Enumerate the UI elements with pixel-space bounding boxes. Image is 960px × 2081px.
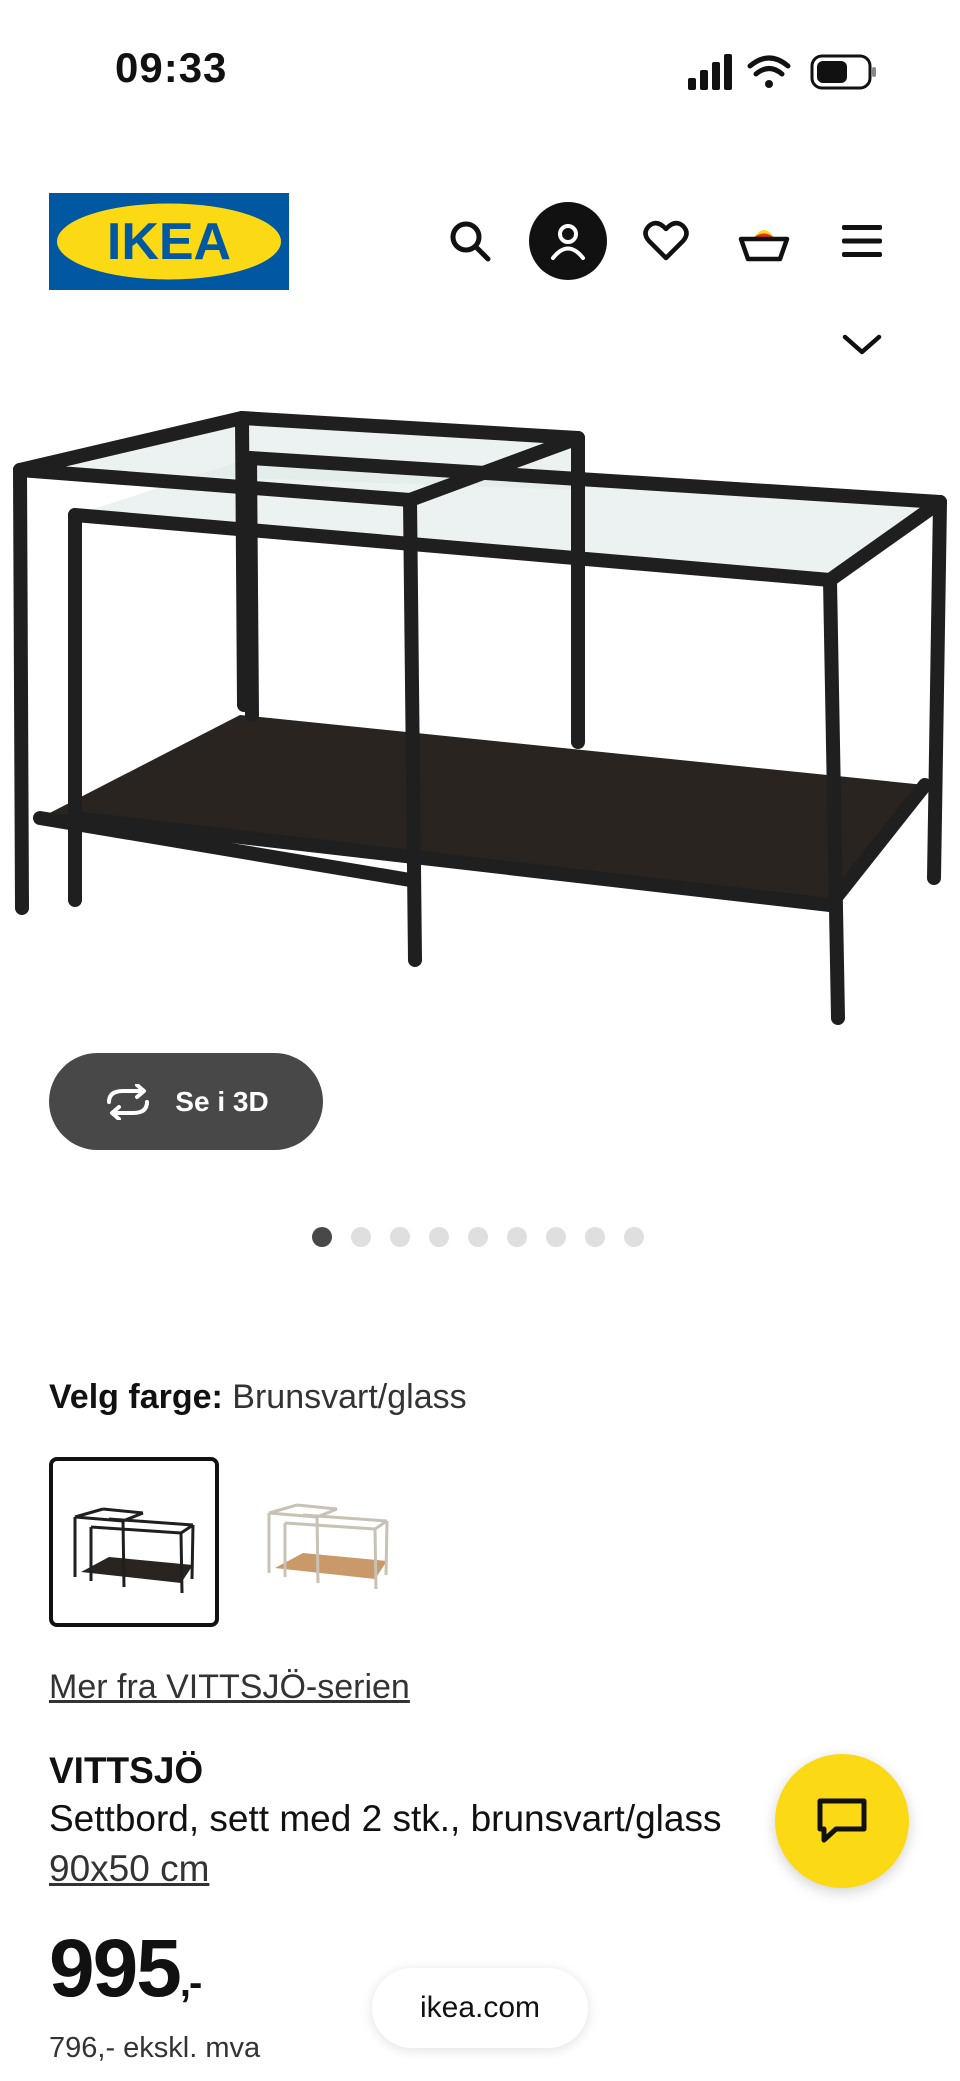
profile-icon — [551, 224, 585, 260]
carousel-dot[interactable] — [312, 1227, 332, 1247]
product-image[interactable] — [0, 390, 960, 1070]
cart-icon — [738, 230, 790, 262]
color-label: Velg farge: — [49, 1378, 223, 1416]
color-selector-label: Velg farge: Brunsvart/glass — [49, 1378, 467, 1417]
product-price: 995,- — [49, 1928, 202, 2010]
chat-button[interactable] — [775, 1754, 909, 1888]
price-suffix: ,- — [179, 1961, 202, 2005]
status-time: 09:33 — [115, 44, 228, 91]
chevron-down-icon[interactable] — [837, 325, 887, 365]
rotate-3d-icon — [107, 1083, 150, 1120]
cart-button[interactable] — [724, 201, 804, 281]
menu-icon — [842, 225, 882, 257]
menu-button[interactable] — [822, 201, 902, 281]
carousel-dot[interactable] — [429, 1227, 449, 1247]
series-link[interactable]: Mer fra VITTSJÖ-serien — [49, 1668, 410, 1707]
color-swatch-brown-black[interactable] — [49, 1457, 219, 1627]
heart-icon — [643, 220, 689, 261]
battery-icon — [810, 54, 876, 90]
product-description: Settbord, sett med 2 stk., brunsvart/gla… — [49, 1798, 722, 1839]
price-excl-vat: 796,- ekskl. mva — [49, 2032, 261, 2064]
search-button[interactable] — [430, 201, 510, 281]
signal-icon — [688, 54, 732, 90]
carousel-dot[interactable] — [390, 1227, 410, 1247]
view-3d-label: Se i 3D — [175, 1085, 269, 1117]
view-3d-button[interactable]: Se i 3D — [49, 1053, 323, 1150]
wifi-icon — [747, 55, 791, 88]
status-icons — [688, 50, 878, 94]
ikea-logo[interactable]: IKEA — [49, 193, 289, 290]
logo-text: IKEA — [107, 213, 231, 271]
product-name: VITTSJÖ — [49, 1750, 204, 1791]
profile-button[interactable] — [529, 202, 607, 280]
carousel-dot[interactable] — [351, 1227, 371, 1247]
product-size-link[interactable]: 90x50 cm — [49, 1848, 209, 1890]
carousel-dot[interactable] — [624, 1227, 644, 1247]
search-icon — [450, 221, 491, 262]
color-value: Brunsvart/glass — [232, 1378, 467, 1416]
carousel-dots[interactable] — [312, 1227, 644, 1247]
favourites-button[interactable] — [626, 201, 706, 281]
price-value: 995 — [49, 1923, 182, 2014]
carousel-dot[interactable] — [585, 1227, 605, 1247]
color-swatch-white[interactable] — [247, 1457, 409, 1619]
carousel-dot[interactable] — [507, 1227, 527, 1247]
carousel-dot[interactable] — [546, 1227, 566, 1247]
chat-icon — [817, 1798, 867, 1843]
browser-url[interactable]: ikea.com — [372, 1968, 588, 2048]
carousel-dot[interactable] — [468, 1227, 488, 1247]
